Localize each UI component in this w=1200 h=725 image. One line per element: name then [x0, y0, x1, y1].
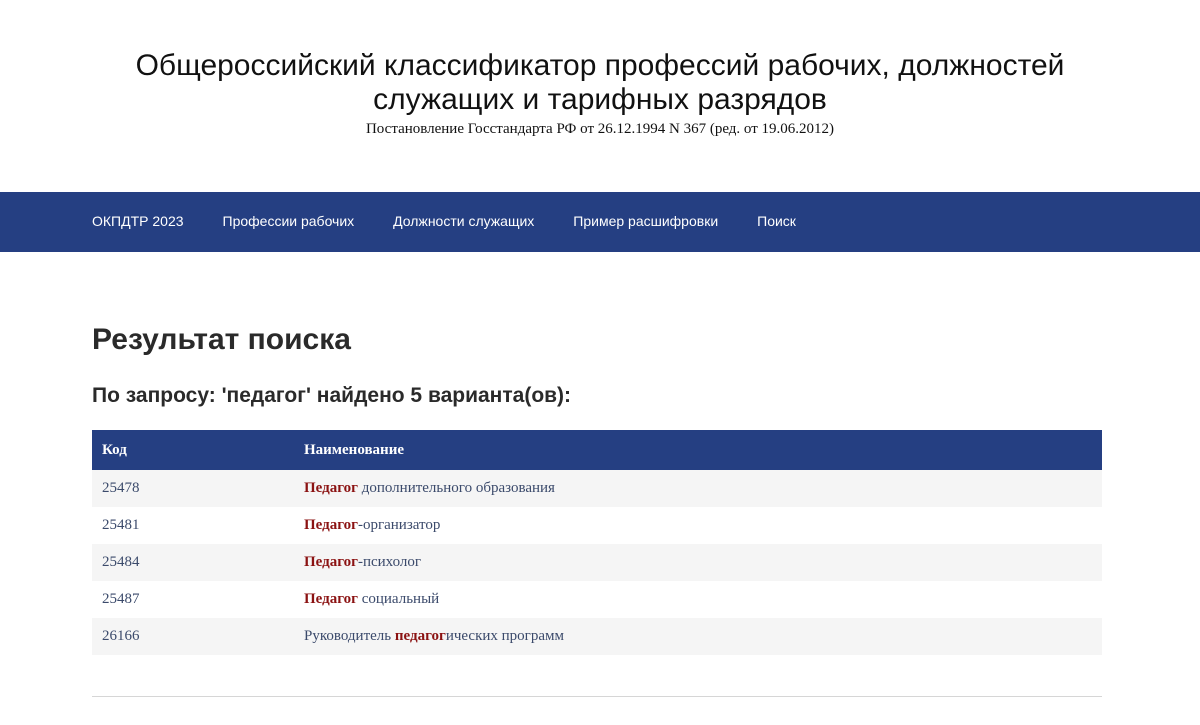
site-subtitle: Постановление Госстандарта РФ от 26.12.1…: [365, 121, 835, 137]
table-row[interactable]: 25478 Педагог дополнительного образовани…: [92, 470, 1102, 507]
table-row[interactable]: 26166 Руководитель педагогических програ…: [92, 618, 1102, 655]
table-row[interactable]: 25481 Педагог-организатор: [92, 507, 1102, 544]
row-name-suffix: социальный: [357, 591, 440, 607]
row-name-prefix: Руководитель: [304, 628, 395, 644]
query-summary: По запросу: 'педагог' найдено 5 варианта…: [92, 384, 572, 407]
row-name-suffix: -организатор: [357, 517, 441, 533]
row-name-link[interactable]: Педагог социальный: [304, 591, 439, 607]
row-code: 25481: [92, 507, 294, 544]
row-name-link[interactable]: Руководитель педагогических программ: [304, 628, 564, 644]
row-code: 25484: [92, 544, 294, 581]
site-title-line-2: служащих и тарифных разрядов: [373, 83, 827, 116]
row-name-highlight: Педагог: [304, 591, 358, 607]
nav-item-search: Поиск: [757, 213, 796, 231]
row-name: Педагог дополнительного образования: [294, 470, 1102, 507]
table-row[interactable]: 25484 Педагог-психолог: [92, 544, 1102, 581]
row-name-highlight: Педагог: [304, 517, 358, 533]
results-table-head: Код Наименование: [92, 430, 1102, 470]
row-name: Руководитель педагогических программ: [294, 618, 1102, 655]
nav-link-okpdtr-2023[interactable]: ОКПДТР 2023: [92, 213, 184, 229]
column-header-code: Код: [102, 441, 127, 458]
nav-link-decoding-example[interactable]: Пример расшифровки: [573, 213, 718, 229]
nav-link-search[interactable]: Поиск: [757, 213, 796, 229]
nav-link-worker-professions[interactable]: Профессии рабочих: [223, 213, 355, 229]
row-code: 25487: [92, 581, 294, 618]
content-divider: [92, 696, 1102, 697]
site-header: Общероссийский классификатор профессий р…: [0, 0, 1200, 192]
results-table-body: 25478 Педагог дополнительного образовани…: [92, 470, 1102, 655]
nav-item-worker-professions: Профессии рабочих: [223, 213, 355, 231]
row-code: 26166: [92, 618, 294, 655]
site-title: Общероссийский классификатор профессий р…: [0, 49, 1200, 117]
nav-item-decoding-example: Пример расшифровки: [573, 213, 718, 231]
column-header-name: Наименование: [304, 441, 404, 458]
row-name-highlight: педагог: [394, 628, 446, 644]
row-name: Педагог-организатор: [294, 507, 1102, 544]
row-name-highlight: Педагог: [304, 554, 358, 570]
nav-item-employee-positions: Должности служащих: [393, 213, 534, 231]
row-name: Педагог-психолог: [294, 544, 1102, 581]
row-code-link[interactable]: 25487: [102, 591, 140, 607]
row-name: Педагог социальный: [294, 581, 1102, 618]
table-header-row: Код Наименование: [92, 430, 1102, 470]
nav-list: ОКПДТР 2023 Профессии рабочих Должности …: [0, 192, 1200, 252]
row-name-suffix: ических программ: [445, 628, 564, 644]
main-navbar: ОКПДТР 2023 Профессии рабочих Должности …: [0, 192, 1200, 252]
row-name-suffix: дополнительного образования: [357, 480, 555, 496]
row-code: 25478: [92, 470, 294, 507]
row-name-link[interactable]: Педагог дополнительного образования: [304, 480, 555, 496]
row-code-link[interactable]: 25484: [102, 554, 140, 570]
page-title: Результат поиска: [92, 323, 351, 356]
site-title-line-1: Общероссийский классификатор профессий р…: [135, 49, 1065, 82]
nav-item-okpdtr-2023: ОКПДТР 2023: [92, 213, 184, 231]
results-table: Код Наименование 25478 Педагог дополните…: [92, 430, 1102, 655]
row-name-link[interactable]: Педагог-организатор: [304, 517, 440, 533]
row-code-link[interactable]: 26166: [102, 628, 140, 644]
row-name-link[interactable]: Педагог-психолог: [304, 554, 421, 570]
table-row[interactable]: 25487 Педагог социальный: [92, 581, 1102, 618]
row-code-link[interactable]: 25481: [102, 517, 140, 533]
row-code-link[interactable]: 25478: [102, 480, 140, 496]
nav-link-employee-positions[interactable]: Должности служащих: [393, 213, 534, 229]
row-name-highlight: Педагог: [304, 480, 358, 496]
row-name-suffix: -психолог: [357, 554, 422, 570]
